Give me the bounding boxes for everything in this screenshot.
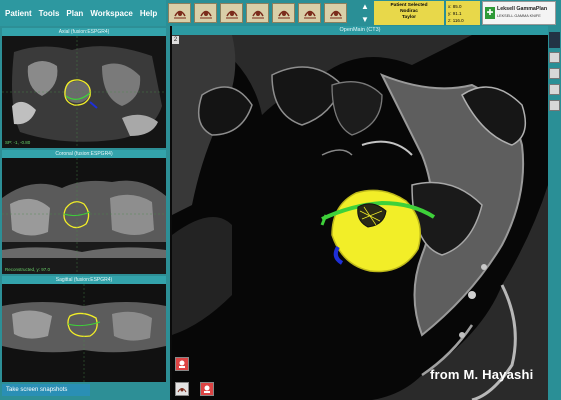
- gamma-head-icon: [225, 10, 238, 19]
- gamma-head-icon: [303, 10, 316, 19]
- strip-button-3[interactable]: [549, 84, 560, 95]
- brand-logo: ✚ Leksell GammaPlan LEKSELL GAMMA KNIFE: [482, 1, 556, 25]
- menu-workspace[interactable]: Workspace: [90, 9, 133, 18]
- toolbar: [168, 3, 347, 23]
- main-view[interactable]: OpenMain (CT3): [172, 26, 548, 400]
- view-button-1[interactable]: [175, 357, 189, 371]
- menu-patient[interactable]: Patient: [5, 9, 32, 18]
- axial-image: [2, 36, 166, 148]
- sagittal-title: Sagittal (fusion:ESPGR4): [2, 276, 166, 284]
- sagittal-view[interactable]: Sagittal (fusion:ESPGR4): [2, 276, 166, 382]
- tool-button-2[interactable]: [194, 3, 217, 23]
- tool-button-5[interactable]: [272, 3, 295, 23]
- arrow-down-icon[interactable]: ▼: [361, 15, 369, 24]
- coronal-view[interactable]: Coronal (fusion:ESPGR4) Reconstructed, y…: [2, 150, 166, 274]
- strip-button-4[interactable]: [549, 100, 560, 111]
- gamma-head-icon: [204, 385, 210, 393]
- view-button-2[interactable]: [175, 382, 189, 396]
- coord-y: y: 91.1: [448, 11, 462, 16]
- menu-help[interactable]: Help: [140, 9, 157, 18]
- coronal-title: Coronal (fusion:ESPGR4): [2, 150, 166, 158]
- tool-button-7[interactable]: [324, 3, 347, 23]
- right-toolstrip: [548, 26, 561, 400]
- view-corner-label[interactable]: 2: [172, 36, 179, 44]
- tool-button-6[interactable]: [298, 3, 321, 23]
- strip-button-1[interactable]: [549, 52, 560, 63]
- brand-title: Leksell GammaPlan: [497, 6, 548, 12]
- status-line-3: Taylor: [401, 15, 417, 20]
- sagittal-image: [2, 284, 166, 382]
- tool-button-3[interactable]: [220, 3, 243, 23]
- brand-subtitle: LEKSELL GAMMA KNIFE: [497, 14, 541, 18]
- tool-button-1[interactable]: [168, 3, 191, 23]
- axial-view[interactable]: Axial (fusion:ESPGR4) SP: -1, -0.80: [2, 28, 166, 148]
- gamma-head-icon: [173, 10, 186, 19]
- menu-tools[interactable]: Tools: [39, 9, 60, 18]
- main-menu: Patient Tools Plan Workspace Help: [0, 0, 166, 26]
- gamma-head-icon: [177, 388, 187, 393]
- coronal-image: [2, 158, 166, 274]
- gamma-head-icon: [251, 10, 264, 19]
- gamma-head-icon: [179, 360, 185, 368]
- coordinate-readout: x: 85.0 y: 91.1 z: 116.0: [446, 1, 480, 25]
- snapshot-button[interactable]: Take screen snapshots: [2, 384, 90, 396]
- strip-button-2[interactable]: [549, 68, 560, 79]
- ct-axial-image: [172, 35, 548, 400]
- patient-status: Patient Selected Nodirac Taylor: [374, 1, 444, 25]
- gamma-logo-icon: ✚: [485, 7, 495, 19]
- gamma-head-icon: [329, 10, 342, 19]
- view-button-3[interactable]: [200, 382, 214, 396]
- tool-button-4[interactable]: [246, 3, 269, 23]
- gamma-head-icon: [199, 10, 212, 19]
- arrow-up-icon[interactable]: ▲: [361, 2, 369, 11]
- scroll-arrows: ▲ ▼: [358, 2, 372, 24]
- axial-title: Axial (fusion:ESPGR4): [2, 28, 166, 36]
- main-view-title: OpenMain (CT3): [172, 26, 548, 35]
- coord-x: x: 85.0: [448, 4, 462, 9]
- axial-info: SP: -1, -0.80: [5, 140, 31, 145]
- strip-header: [549, 32, 560, 48]
- coord-z: z: 116.0: [448, 18, 464, 23]
- image-credit: from M. Hayashi: [430, 367, 534, 382]
- coronal-info: Reconstructed, y: 97.0: [5, 267, 51, 272]
- menu-plan[interactable]: Plan: [66, 9, 83, 18]
- gamma-head-icon: [277, 10, 290, 19]
